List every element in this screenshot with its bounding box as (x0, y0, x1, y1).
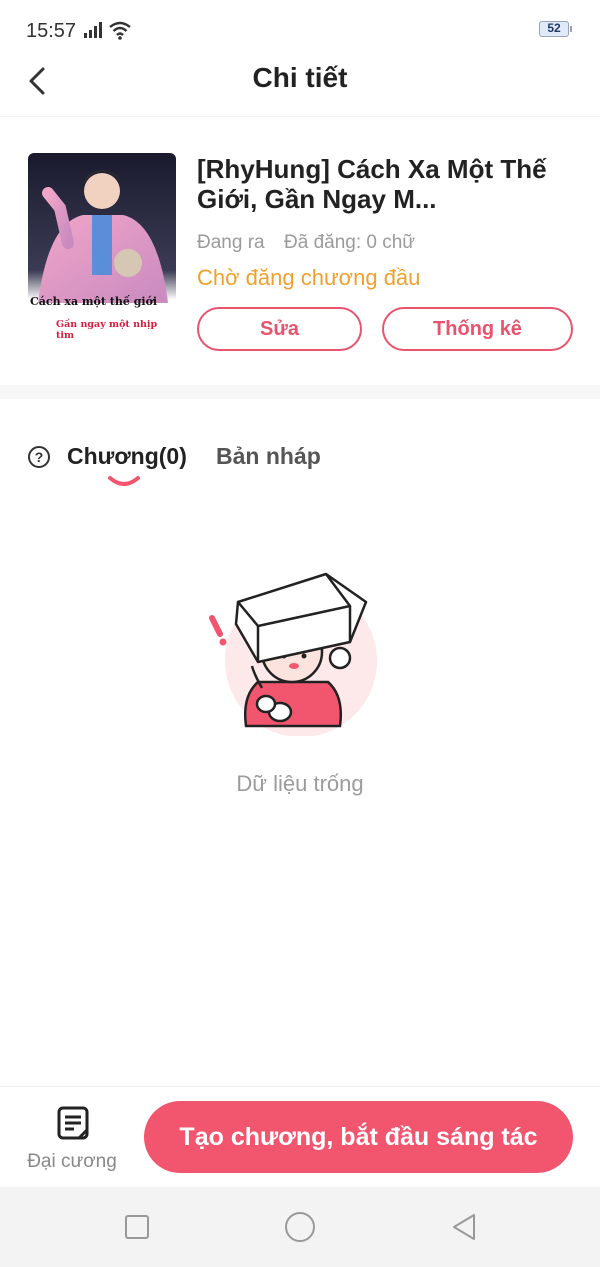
status-time: 15:57 (26, 20, 77, 42)
system-back-icon[interactable] (450, 1212, 478, 1242)
section-gap (0, 385, 600, 399)
wifi-icon (109, 21, 131, 40)
battery-tip (570, 26, 572, 32)
battery-icon: 52 (539, 21, 569, 37)
cover-title-line1: Cách xa một thế giới (30, 295, 158, 308)
bottom-bar-divider (0, 1086, 600, 1087)
cover-title-line2: Gần ngay một nhịp tim (56, 319, 158, 341)
battery-level: 52 (547, 21, 561, 35)
edit-button[interactable]: Sửa (197, 307, 362, 351)
stats-button[interactable]: Thống kê (382, 307, 573, 351)
tab-drafts[interactable]: Bản nháp (216, 443, 321, 470)
create-chapter-button[interactable]: Tạo chương, bắt đầu sáng tác (144, 1101, 573, 1173)
page-title: Chi tiết (252, 62, 348, 93)
empty-box-illustration (209, 572, 377, 736)
story-cover-image[interactable]: Cách xa một thế giới Gần ngay một nhịp t… (28, 153, 176, 349)
story-published-count: Đã đăng: 0 chữ (284, 232, 416, 253)
home-icon[interactable] (285, 1212, 315, 1242)
help-icon[interactable]: ? (28, 446, 50, 468)
waiting-first-chapter-label: Chờ đăng chương đầu (197, 265, 421, 290)
story-status: Đang ra (197, 232, 265, 253)
story-title: [RhyHung] Cách Xa Một Thế Giới, Gần Ngay… (197, 154, 547, 214)
active-tab-indicator (108, 476, 140, 486)
tab-chapters[interactable]: Chương(0) (67, 443, 187, 470)
empty-state-text: Dữ liệu trống (236, 771, 364, 796)
outline-label[interactable]: Đại cương (18, 1151, 126, 1173)
header-divider (0, 116, 600, 117)
signal-icon (84, 22, 102, 38)
outline-document-icon[interactable] (57, 1106, 89, 1140)
recent-apps-icon[interactable] (125, 1215, 149, 1239)
